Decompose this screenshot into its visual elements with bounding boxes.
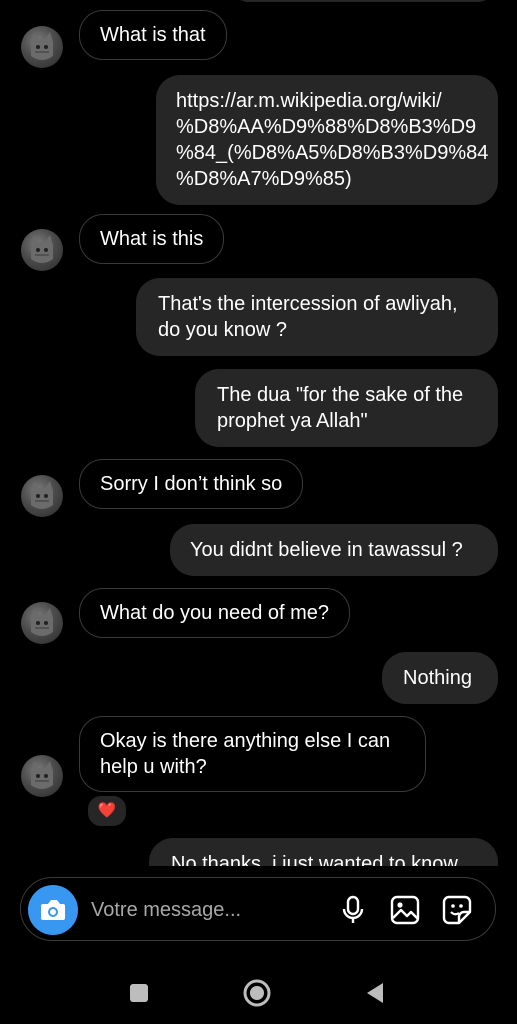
message-thread[interactable]: What is that https://ar.m.wikipedia.org/… bbox=[0, 0, 517, 866]
cat-avatar-icon bbox=[31, 761, 53, 789]
system-navigation-bar bbox=[0, 960, 517, 1024]
sent-message-bubble[interactable]: You didnt believe in tawassul ? bbox=[170, 524, 498, 576]
gallery-icon[interactable] bbox=[389, 894, 421, 926]
cat-avatar-icon bbox=[31, 32, 53, 60]
sent-link-bubble[interactable]: https://ar.m.wikipedia.org/wiki/ %D8%AA%… bbox=[156, 75, 498, 205]
camera-icon bbox=[41, 900, 65, 920]
sent-message-bubble[interactable]: No thanks, i just wanted to know bbox=[149, 838, 498, 866]
cat-avatar-icon bbox=[31, 608, 53, 636]
previous-message-bubble bbox=[232, 0, 494, 2]
camera-button[interactable] bbox=[28, 885, 78, 935]
home-button[interactable] bbox=[241, 977, 273, 1009]
back-button[interactable] bbox=[359, 977, 391, 1009]
sticker-icon[interactable] bbox=[441, 894, 473, 926]
received-message-bubble[interactable]: Okay is there anything else I can help u… bbox=[79, 716, 426, 792]
received-message-bubble[interactable]: What is this bbox=[79, 214, 225, 264]
received-message-bubble[interactable]: What do you need of me? bbox=[79, 588, 351, 638]
message-input[interactable] bbox=[89, 894, 323, 926]
sent-message-bubble[interactable]: Nothing bbox=[382, 652, 498, 704]
contact-avatar[interactable] bbox=[21, 602, 63, 644]
contact-avatar[interactable] bbox=[21, 229, 63, 271]
contact-avatar[interactable] bbox=[21, 26, 63, 68]
recents-button[interactable] bbox=[123, 977, 155, 1009]
received-message-bubble[interactable]: What is that bbox=[79, 10, 227, 60]
cat-avatar-icon bbox=[31, 235, 53, 263]
received-message-bubble[interactable]: Sorry I don’t think so bbox=[79, 459, 304, 509]
contact-avatar[interactable] bbox=[21, 475, 63, 517]
heart-reaction-icon[interactable]: ❤️ bbox=[86, 794, 128, 828]
microphone-icon[interactable] bbox=[337, 894, 369, 926]
message-composer bbox=[20, 877, 496, 941]
contact-avatar[interactable] bbox=[21, 755, 63, 797]
sent-message-bubble[interactable]: That's the intercession of awliyah, do y… bbox=[136, 278, 498, 356]
sent-message-bubble[interactable]: The dua "for the sake of the prophet ya … bbox=[195, 369, 498, 447]
cat-avatar-icon bbox=[31, 481, 53, 509]
